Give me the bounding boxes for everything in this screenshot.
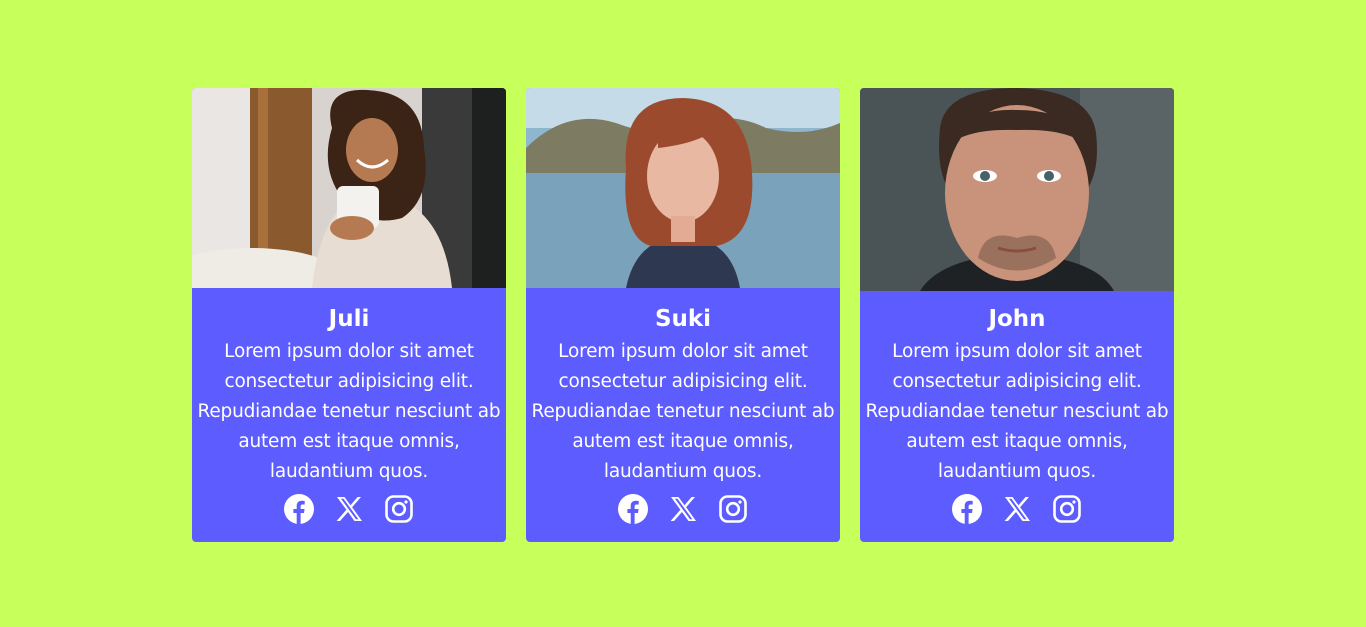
instagram-icon[interactable] bbox=[1052, 494, 1082, 524]
facebook-icon[interactable] bbox=[618, 494, 648, 524]
profile-bio: Lorem ipsum dolor sit amet consectetur a… bbox=[865, 341, 1169, 482]
social-links bbox=[526, 494, 840, 524]
x-icon[interactable] bbox=[334, 494, 364, 524]
social-links bbox=[192, 494, 506, 524]
profile-name: Juli bbox=[328, 306, 370, 332]
profile-photo bbox=[860, 88, 1174, 291]
team-cards: Juli Lorem ipsum dolor sit amet consecte… bbox=[192, 88, 1174, 542]
profile-name: John bbox=[988, 306, 1046, 332]
x-icon[interactable] bbox=[1002, 494, 1032, 524]
facebook-icon[interactable] bbox=[284, 494, 314, 524]
profile-card-suki: Suki Lorem ipsum dolor sit amet consecte… bbox=[526, 88, 840, 542]
instagram-icon[interactable] bbox=[384, 494, 414, 524]
profile-bio: Lorem ipsum dolor sit amet consectetur a… bbox=[197, 341, 501, 482]
profile-card-juli: Juli Lorem ipsum dolor sit amet consecte… bbox=[192, 88, 506, 542]
instagram-icon[interactable] bbox=[718, 494, 748, 524]
profile-photo bbox=[192, 88, 506, 288]
profile-name: Suki bbox=[654, 306, 712, 332]
x-icon[interactable] bbox=[668, 494, 698, 524]
profile-photo bbox=[526, 88, 840, 288]
profile-bio: Lorem ipsum dolor sit amet consectetur a… bbox=[531, 341, 835, 482]
profile-card-john: John Lorem ipsum dolor sit amet consecte… bbox=[860, 88, 1174, 542]
social-links bbox=[860, 494, 1174, 524]
facebook-icon[interactable] bbox=[952, 494, 982, 524]
